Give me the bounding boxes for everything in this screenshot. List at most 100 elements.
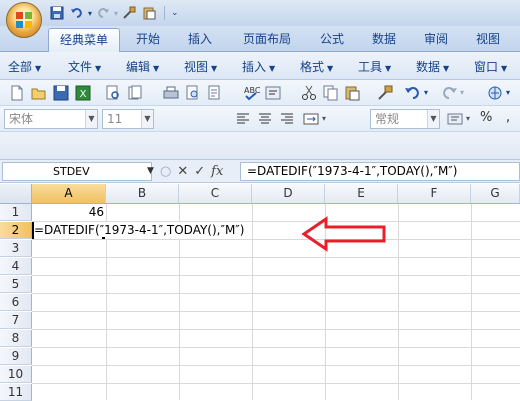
chevron-down-icon[interactable]: ▼	[147, 166, 154, 176]
fill-handle[interactable]	[102, 237, 105, 239]
chevron-down-icon[interactable]: ▾	[424, 88, 428, 97]
formatting-toolbar: 宋体 ▼ 11 ▼ ▾ 常规 ▼ ▾ % ,	[0, 106, 520, 132]
column-header-g[interactable]: G	[471, 184, 520, 203]
redo-icon[interactable]	[94, 4, 112, 22]
enter-button[interactable]: ✓	[194, 164, 205, 179]
row-header-2[interactable]: 2	[0, 222, 32, 239]
worksheet-grid[interactable]: 46 =DATEDIF(″1973-4-1″,TODAY(),″M″)	[32, 204, 520, 400]
comma-style-button[interactable]: ,	[506, 110, 510, 125]
row-header-10[interactable]: 10	[0, 366, 32, 383]
name-box[interactable]: STDEV	[2, 162, 152, 181]
number-format-combo[interactable]: 常规 ▼	[370, 109, 440, 129]
open-folder-icon[interactable]	[30, 84, 48, 102]
paste-icon[interactable]	[344, 84, 362, 102]
tab-view[interactable]: 视图	[466, 28, 510, 52]
row-header-11[interactable]: 11	[0, 384, 32, 401]
print-preview-magnifier-icon[interactable]	[184, 84, 202, 102]
menu-tools-label: 工具	[358, 60, 383, 74]
tab-review[interactable]: 审阅	[414, 28, 458, 52]
cell-a1[interactable]: 46	[32, 204, 104, 221]
menu-all-label: 全部	[8, 60, 33, 74]
menu-tools[interactable]: 工具 ▼	[358, 58, 391, 75]
cell-a2[interactable]: =DATEDIF(″1973-4-1″,TODAY(),″M″)	[34, 222, 245, 239]
chevron-down-icon[interactable]: ▾	[322, 114, 326, 123]
cut-icon[interactable]	[300, 84, 318, 102]
menu-insert[interactable]: 插入 ▼	[242, 58, 275, 75]
name-box-value: STDEV	[53, 165, 90, 178]
standard-toolbar: X ABC ▾ ▾ ▾	[0, 80, 520, 106]
chevron-down-icon[interactable]: ▾	[506, 88, 510, 97]
chevron-down-icon[interactable]: ▾	[460, 88, 464, 97]
currency-format-icon[interactable]	[446, 110, 464, 128]
column-header-f[interactable]: F	[398, 184, 471, 203]
row-header-9[interactable]: 9	[0, 348, 32, 365]
row-header-8[interactable]: 8	[0, 330, 32, 347]
menu-window-label: 窗口	[474, 60, 499, 74]
chevron-down-icon[interactable]: ▼	[427, 110, 439, 128]
spelling-icon[interactable]: ABC	[242, 84, 260, 102]
save-icon[interactable]	[48, 4, 66, 22]
redo-icon[interactable]	[440, 84, 458, 102]
row-header-5[interactable]: 5	[0, 276, 32, 293]
row-header-4[interactable]: 4	[0, 258, 32, 275]
paste-icon[interactable]	[140, 4, 158, 22]
column-header-b[interactable]: B	[106, 184, 179, 203]
column-header-d[interactable]: D	[252, 184, 325, 203]
font-size-combo[interactable]: 11 ▼	[102, 109, 154, 129]
column-header-c[interactable]: C	[179, 184, 252, 203]
menu-all[interactable]: 全部 ▼	[8, 58, 41, 75]
align-center-icon[interactable]	[256, 110, 274, 128]
column-header-a[interactable]: A	[32, 184, 106, 203]
excel-export-icon[interactable]: X	[74, 84, 92, 102]
chevron-down-icon: ▼	[385, 64, 392, 73]
format-painter-icon[interactable]	[376, 84, 394, 102]
menu-edit[interactable]: 编辑 ▼	[126, 58, 159, 75]
menu-window[interactable]: 窗口 ▼	[474, 58, 507, 75]
chevron-down-icon: ▼	[95, 64, 102, 73]
customize-qat-icon[interactable]: ⌄	[171, 8, 179, 18]
tab-home[interactable]: 开始	[126, 28, 170, 52]
menu-view[interactable]: 视图 ▼	[184, 58, 217, 75]
office-button[interactable]	[6, 2, 42, 38]
menu-data[interactable]: 数据 ▼	[416, 58, 449, 75]
cancel-button[interactable]: ✕	[177, 164, 188, 179]
row-header-1[interactable]: 1	[0, 204, 32, 221]
select-all-button[interactable]	[0, 184, 32, 203]
row-header-6[interactable]: 6	[0, 294, 32, 311]
new-file-icon[interactable]	[8, 84, 26, 102]
chevron-down-icon[interactable]: ▾	[466, 114, 470, 123]
save-icon[interactable]	[52, 84, 70, 102]
row-header-3[interactable]: 3	[0, 240, 32, 257]
chevron-down-icon[interactable]: ▼	[85, 110, 97, 128]
chevron-down-icon: ▼	[501, 64, 508, 73]
undo-icon[interactable]	[404, 84, 422, 102]
column-header-e[interactable]: E	[325, 184, 398, 203]
copy-icon[interactable]	[322, 84, 340, 102]
percent-style-button[interactable]: %	[480, 110, 492, 125]
tab-insert[interactable]: 插入	[178, 28, 222, 52]
print-icon[interactable]	[162, 84, 180, 102]
research-icon[interactable]	[206, 84, 224, 102]
undo-icon[interactable]	[68, 4, 86, 22]
tab-classic-menu[interactable]: 经典菜单	[48, 28, 120, 52]
align-left-icon[interactable]	[234, 110, 252, 128]
translate-icon[interactable]	[264, 84, 282, 102]
menu-format[interactable]: 格式 ▼	[300, 58, 333, 75]
menu-data-label: 数据	[416, 60, 441, 74]
print-preview-icon[interactable]	[104, 84, 122, 102]
tab-data[interactable]: 数据	[362, 28, 406, 52]
tab-page-layout[interactable]: 页面布局	[232, 28, 302, 52]
format-painter-icon[interactable]	[120, 4, 138, 22]
tab-formulas[interactable]: 公式	[310, 28, 354, 52]
formula-input[interactable]: =DATEDIF(″1973-4-1″,TODAY(),″M″)	[240, 162, 520, 181]
hyperlink-icon[interactable]	[486, 84, 504, 102]
merge-center-icon[interactable]	[302, 110, 320, 128]
chevron-down-icon[interactable]: ▼	[141, 110, 153, 128]
insert-function-button[interactable]: fx	[211, 164, 223, 179]
copy-page-icon[interactable]	[126, 84, 144, 102]
font-name-combo[interactable]: 宋体 ▼	[4, 109, 98, 129]
classic-menu-bar: 全部 ▼ 文件 ▼ 编辑 ▼ 视图 ▼ 插入 ▼ 格式 ▼ 工具 ▼ 数据 ▼ 窗口 ▼	[0, 52, 520, 80]
row-header-7[interactable]: 7	[0, 312, 32, 329]
menu-file[interactable]: 文件 ▼	[68, 58, 101, 75]
align-right-icon[interactable]	[278, 110, 296, 128]
